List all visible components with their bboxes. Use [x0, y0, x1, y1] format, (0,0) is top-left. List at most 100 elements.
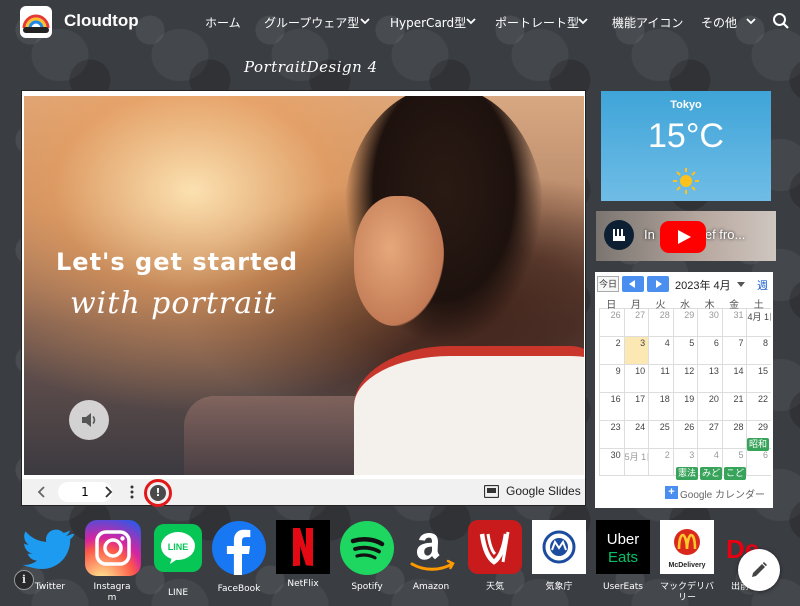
calendar-day[interactable]: 19 [672, 393, 698, 420]
calendar-day[interactable]: 13 [697, 365, 722, 392]
slide-subheadline: with portrait [70, 286, 277, 321]
ubereats-app[interactable]: Uber Eats [596, 520, 650, 574]
weather-app[interactable] [468, 520, 522, 574]
edit-button[interactable] [738, 549, 780, 591]
calendar-day[interactable]: 11 [648, 365, 673, 392]
calendar-day[interactable]: 6 [697, 337, 722, 364]
calendar-week: 26 27 28 29 30 31 4月 1日 [599, 308, 771, 336]
amazon-app[interactable] [404, 520, 460, 576]
calendar-day[interactable]: 12 [672, 365, 698, 392]
calendar-day[interactable]: 4 [648, 337, 673, 364]
calendar-event[interactable]: みど [700, 467, 722, 480]
nav-others[interactable]: その他 [701, 14, 737, 31]
calendar-day[interactable]: 27 [697, 421, 722, 448]
slide-photo-shirt [354, 346, 584, 475]
calendar-day[interactable]: 6 [746, 449, 771, 475]
nav-groupware[interactable]: グループウェア型 [264, 14, 359, 31]
calendar-event[interactable]: こど [724, 467, 746, 480]
calendar-day[interactable]: 28 [648, 309, 673, 336]
nav-portrait[interactable]: ポートレート型 [495, 14, 579, 31]
cloudtop-logo-icon[interactable] [20, 6, 52, 38]
nav-function-icons[interactable]: 機能アイコン [612, 14, 683, 31]
app-label: Spotify [351, 582, 383, 592]
calendar-day[interactable]: 29 [672, 309, 698, 336]
google-calendar-widget: 今日 2023年 4月 週 日 月 火 水 木 金 土 26 27 28 29 … [595, 272, 773, 508]
twitter-app[interactable] [22, 520, 78, 576]
calendar-next-button[interactable] [647, 276, 669, 292]
weather-temperature: 15°C [648, 117, 724, 155]
calendar-day[interactable]: 17 [623, 393, 649, 420]
calendar-day[interactable]: 7 [721, 337, 747, 364]
calendar-event[interactable]: 昭和 [747, 438, 769, 451]
calendar-day[interactable]: 26 [599, 309, 624, 336]
calendar-day[interactable]: 4月 1日 [746, 309, 771, 336]
search-icon[interactable] [772, 12, 790, 30]
report-issue-icon[interactable]: ! [150, 485, 166, 501]
calendar-day[interactable]: 24 [623, 421, 649, 448]
calendar-day[interactable]: 2 [599, 337, 624, 364]
weekday-label: 木 [704, 300, 715, 311]
google-calendar-link[interactable]: Google カレンダー [680, 486, 765, 501]
netflix-icon [293, 528, 313, 567]
weekday-label: 金 [729, 300, 740, 311]
weather-widget[interactable]: Tokyo 15°C [601, 91, 771, 201]
instagram-icon [95, 530, 131, 566]
calendar-day[interactable]: 31 [721, 309, 747, 336]
more-options-icon[interactable] [129, 484, 135, 500]
calendar-day[interactable]: 16 [599, 393, 624, 420]
audio-button[interactable] [69, 400, 109, 440]
plus-icon[interactable]: + [665, 486, 678, 499]
calendar-day[interactable]: 22 [746, 393, 771, 420]
week-view-button[interactable]: 週 [757, 277, 768, 293]
calendar-week: 9 10 11 12 13 14 15 [599, 364, 771, 392]
chevron-down-icon[interactable] [576, 14, 590, 28]
calendar-day[interactable]: 26 [672, 421, 698, 448]
chevron-left-icon[interactable] [34, 484, 50, 500]
calendar-day[interactable]: 5月 1日 [623, 449, 648, 475]
chevron-down-icon[interactable] [744, 14, 758, 28]
chevron-down-icon[interactable] [358, 14, 372, 28]
google-slides-icon[interactable] [484, 485, 499, 498]
slide-canvas[interactable]: Let's get started with portrait [24, 96, 584, 475]
nav-hypercard[interactable]: HyperCard型 [390, 14, 466, 31]
calendar-day[interactable]: 14 [721, 365, 747, 392]
calendar-day[interactable]: 23 [599, 421, 624, 448]
facebook-app[interactable] [212, 521, 266, 575]
calendar-day[interactable]: 25 [648, 421, 673, 448]
chevron-right-icon[interactable] [100, 484, 116, 500]
calendar-day[interactable]: 5 [672, 337, 698, 364]
calendar-day[interactable]: 8 [746, 337, 771, 364]
google-slides-link[interactable]: Google Slides [506, 484, 581, 498]
jma-app[interactable] [532, 520, 586, 574]
calendar-prev-button[interactable] [622, 276, 644, 292]
today-button[interactable]: 今日 [597, 276, 619, 292]
calendar-day[interactable]: 2 [648, 449, 673, 475]
calendar-day[interactable]: 9 [599, 365, 624, 392]
calendar-day[interactable]: 30 [599, 449, 624, 475]
chevron-down-icon[interactable] [737, 282, 745, 287]
calendar-day[interactable]: 27 [623, 309, 649, 336]
youtube-play-button[interactable] [660, 221, 706, 253]
instagram-app[interactable] [85, 520, 141, 576]
nav-home[interactable]: ホーム [205, 14, 241, 31]
spotify-app[interactable] [340, 521, 394, 575]
calendar-day[interactable]: 28 [721, 421, 747, 448]
calendar-day[interactable]: 10 [623, 365, 649, 392]
pencil-icon [752, 562, 767, 577]
calendar-day[interactable]: 21 [721, 393, 747, 420]
channel-avatar [604, 220, 634, 250]
calendar-day-today[interactable]: 3 [623, 337, 649, 364]
info-icon[interactable]: i [14, 570, 34, 590]
line-app[interactable]: LINE [154, 524, 202, 572]
google-slides-embed: Let's get started with portrait 1 ! Goog… [21, 90, 586, 507]
netflix-app[interactable] [276, 520, 330, 574]
chevron-down-icon[interactable] [464, 14, 478, 28]
calendar-day[interactable]: 20 [697, 393, 722, 420]
calendar-day[interactable]: 30 [697, 309, 722, 336]
calendar-day[interactable]: 15 [746, 365, 771, 392]
calendar-day[interactable]: 18 [648, 393, 673, 420]
calendar-event[interactable]: 憲法 [676, 467, 698, 480]
brand-name[interactable]: Cloudtop [64, 11, 139, 31]
app-label: NetFlix [287, 579, 319, 589]
mcdelivery-app[interactable]: McDelivery [660, 520, 714, 574]
